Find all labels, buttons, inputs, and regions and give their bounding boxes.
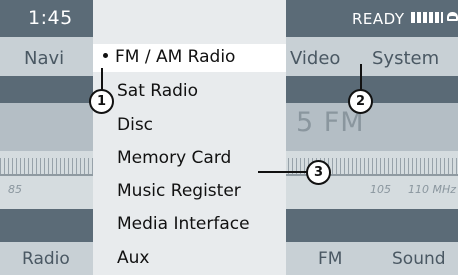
selected-bullet-icon [103, 52, 108, 58]
callout-leader-1 [101, 68, 103, 90]
nav-system[interactable]: System [372, 48, 439, 69]
nav-navi[interactable]: Navi [24, 48, 64, 69]
menu-item-fm-am-radio[interactable]: FM / AM Radio [103, 47, 235, 67]
callout-leader-3 [258, 171, 307, 173]
scale-label-85: 85 [8, 183, 22, 196]
ready-status: READY [352, 10, 405, 28]
menu-item-memory-card[interactable]: Memory Card [117, 148, 231, 168]
menu-item-media-interface[interactable]: Media Interface [117, 214, 250, 234]
menu-item-sat-radio[interactable]: Sat Radio [117, 81, 198, 101]
menu-item-aux[interactable]: Aux [117, 248, 149, 268]
nav-video[interactable]: Video [290, 48, 340, 69]
scale-label-105: 105 [370, 183, 391, 196]
head-unit-screen: 1:45 READY Navi Video System 5 FM 85 105… [0, 0, 458, 275]
audio-source-menu: FM / AM Radio Sat Radio Disc Memory Card… [93, 0, 286, 275]
callout-3: 3 [306, 160, 331, 185]
callout-2: 2 [348, 89, 373, 114]
menu-item-music-register[interactable]: Music Register [117, 181, 241, 201]
callout-1: 1 [89, 89, 114, 114]
callout-leader-2 [360, 64, 362, 90]
scale-label-110: 110 MHz [408, 183, 457, 196]
phone-icon [447, 12, 458, 21]
bottom-fm-button[interactable]: FM [318, 249, 342, 269]
bottom-radio-button[interactable]: Radio [22, 249, 70, 269]
signal-strength-icon [411, 12, 443, 23]
menu-item-disc[interactable]: Disc [117, 115, 153, 135]
menu-item-label: FM / AM Radio [115, 47, 236, 67]
clock: 1:45 [28, 7, 73, 29]
bottom-sound-button[interactable]: Sound [392, 249, 446, 269]
